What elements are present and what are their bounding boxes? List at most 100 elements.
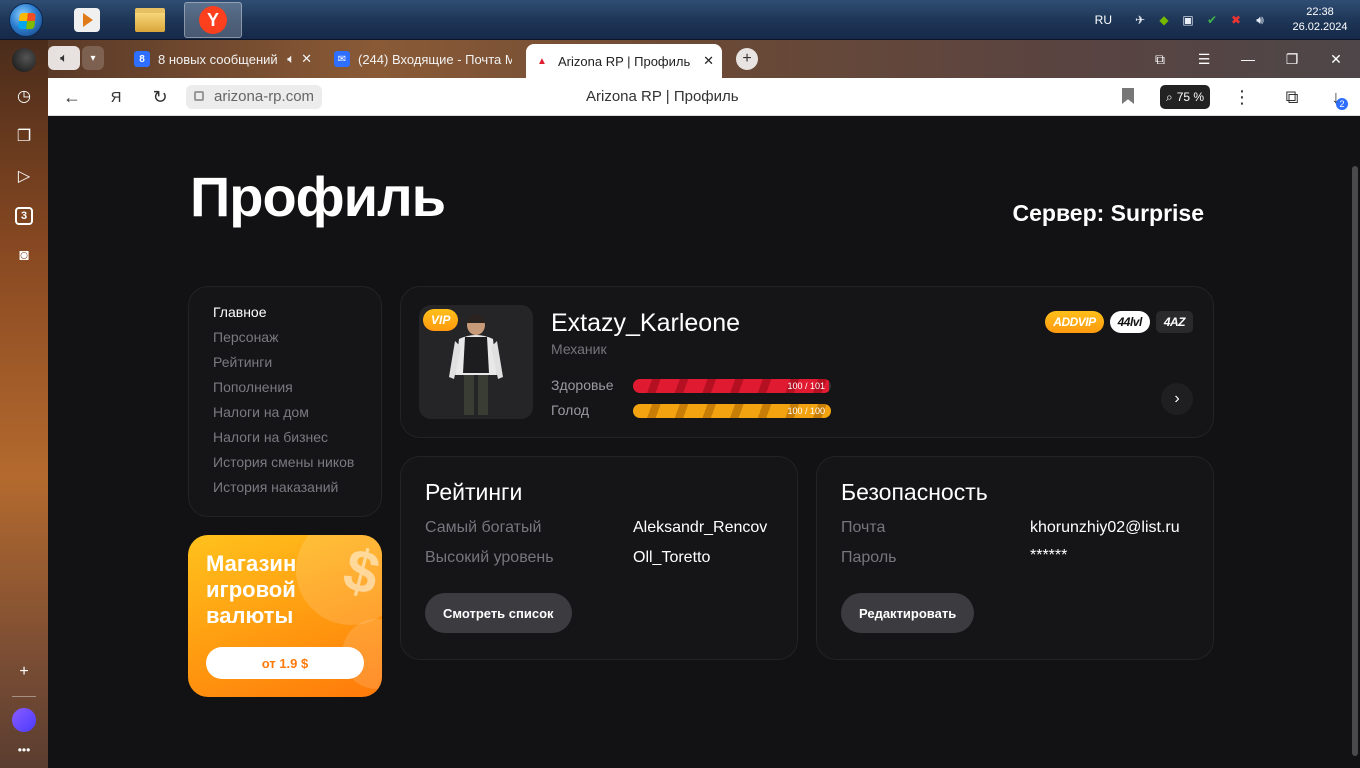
chevron-right-icon[interactable]: ›: [1161, 383, 1193, 415]
rating-value: Oll_Toretto: [633, 549, 711, 566]
rating-value: Aleksandr_Rencov: [633, 519, 768, 536]
close-tab-icon[interactable]: ✕: [301, 51, 312, 67]
character-avatar: VIP: [419, 305, 533, 419]
tab-arizona[interactable]: ▲ Arizona RP | Профиль ✕: [526, 44, 722, 78]
mute-tabs-icon[interactable]: 🔈︎: [48, 46, 80, 70]
close-tab-icon[interactable]: ✕: [703, 53, 714, 69]
zoom-icon: ⌕: [1166, 90, 1173, 104]
windows-logo-icon: [9, 3, 43, 37]
currency-shop-card[interactable]: $ Магазин игровой валюты от 1.9 $: [188, 535, 382, 697]
zoom-value: 75 %: [1176, 90, 1205, 104]
ratings-title: Рейтинги: [425, 479, 523, 505]
collections-icon[interactable]: ❐: [12, 124, 36, 148]
alice-assistant-icon[interactable]: [12, 708, 36, 732]
url-text: arizona-rp.com: [214, 88, 315, 105]
addvip-badge: ADDVIP: [1045, 311, 1104, 333]
tabs-menu-chevron-icon[interactable]: ▾: [82, 46, 104, 70]
restore-icon[interactable]: ❐: [1281, 48, 1303, 70]
menu-item-main[interactable]: Главное: [213, 303, 381, 328]
page-scrollbar[interactable]: [1352, 166, 1358, 756]
level-badge: 44lvl: [1109, 311, 1150, 333]
ratings-card: Рейтинги Самый богатый Aleksandr_Rencov …: [400, 456, 798, 660]
hunger-label: Голод: [551, 402, 590, 418]
menu-item-business-taxes[interactable]: Налоги на бизнес: [213, 428, 381, 453]
mail-favicon-icon: ✉: [334, 51, 350, 67]
menu-item-ratings[interactable]: Рейтинги: [213, 353, 381, 378]
network-icon[interactable]: ✖: [1229, 13, 1243, 27]
health-value: 100 / 101: [787, 381, 825, 391]
server-label: Сервер: Surprise: [1012, 200, 1205, 226]
clock-time: 22:38: [1306, 6, 1334, 18]
shop-title: Магазин игровой валюты: [206, 551, 297, 628]
menu-item-house-taxes[interactable]: Налоги на дом: [213, 403, 381, 428]
taskbar-media-player[interactable]: [62, 2, 112, 38]
sidebar-badge-number: 3: [15, 207, 33, 225]
health-label: Здоровье: [551, 377, 614, 393]
email-label: Почта: [841, 519, 886, 536]
profile-badges: ADDVIP 44lvl 4AZ: [1045, 311, 1193, 333]
reload-icon[interactable]: ↻: [148, 85, 172, 109]
media-player-icon: [74, 8, 100, 32]
page-heading: Профиль: [190, 165, 446, 228]
usb-icon[interactable]: ▣: [1181, 13, 1195, 27]
profile-avatar[interactable]: [12, 48, 36, 72]
view-list-button[interactable]: Смотреть список: [425, 593, 572, 633]
back-icon[interactable]: ←: [60, 85, 84, 109]
security-icon[interactable]: ✔: [1205, 13, 1219, 27]
rating-label: Самый богатый: [425, 519, 542, 536]
collections-icon[interactable]: ⧉: [1280, 85, 1304, 109]
new-tab-button[interactable]: +: [736, 48, 758, 70]
vk-favicon-icon: 8: [134, 51, 150, 67]
player-nickname: Extazy_Karleone: [551, 309, 741, 337]
menu-item-punishment-history[interactable]: История наказаний: [213, 478, 381, 503]
browser-sidebar: ◷ ❐ ▷ 3 ◙ + •••: [0, 40, 48, 768]
nvidia-icon[interactable]: ◆: [1157, 13, 1171, 27]
volume-icon[interactable]: 🔊︎: [1253, 13, 1267, 27]
start-button[interactable]: [6, 1, 46, 39]
taskbar-yandex-browser[interactable]: Y: [184, 2, 242, 38]
close-window-icon[interactable]: ✕: [1325, 48, 1347, 70]
security-title: Безопасность: [841, 479, 988, 505]
menu-item-character[interactable]: Персонаж: [213, 328, 381, 353]
history-icon[interactable]: ◷: [12, 84, 36, 108]
add-icon[interactable]: +: [12, 660, 36, 684]
tab-vk[interactable]: 8 8 новых сообщений 🔈︎ ✕: [126, 45, 320, 73]
password-value: ******: [1030, 547, 1068, 564]
profile-card: VIP Extazy_Karleone Механик Здоровье 100…: [400, 286, 1214, 438]
url-field[interactable]: arizona-rp.com: [186, 85, 323, 109]
profile-menu: Главное Персонаж Рейтинги Пополнения Нал…: [188, 286, 382, 517]
more-icon[interactable]: •••: [12, 738, 36, 762]
clock-date: 26.02.2024: [1292, 21, 1348, 33]
clock[interactable]: 22:38 26.02.2024: [1280, 5, 1360, 35]
zoom-indicator[interactable]: ⌕ 75 %: [1160, 85, 1211, 109]
bookmarks-panel-icon[interactable]: ⧉: [1149, 48, 1171, 70]
edit-button[interactable]: Редактировать: [841, 593, 975, 633]
tab-mail[interactable]: ✉ (244) Входящие - Почта Mail: [326, 45, 520, 73]
tab-label: (244) Входящие - Почта Mail: [358, 51, 512, 67]
language-indicator[interactable]: RU: [1095, 13, 1112, 27]
satellite-icon[interactable]: ✈: [1133, 13, 1147, 27]
folder-icon: [135, 8, 165, 32]
vip-badge: VIP: [423, 309, 459, 331]
tab-audio-icon[interactable]: 🔈︎: [287, 51, 295, 67]
menu-item-topups[interactable]: Пополнения: [213, 378, 381, 403]
system-tray: RU ✈ ◆ ▣ ✔ ✖ 🔊︎ 22:38 26.02.2024: [1095, 0, 1360, 40]
menu-icon[interactable]: ☰: [1193, 48, 1215, 70]
page-title-text: Arizona RP | Профиль: [586, 88, 739, 105]
video-icon[interactable]: ▷: [12, 164, 36, 188]
email-value: khorunzhiy02@list.ru: [1030, 519, 1180, 536]
minimize-icon[interactable]: —: [1237, 48, 1259, 70]
shop-price-button[interactable]: от 1.9 $: [206, 647, 364, 679]
yandex-browser-icon: Y: [199, 6, 227, 34]
password-label: Пароль: [841, 549, 897, 566]
screenshot-icon[interactable]: ◙: [12, 244, 36, 268]
bookmark-icon[interactable]: [1122, 88, 1134, 104]
menu-item-nick-history[interactable]: История смены ников: [213, 453, 381, 478]
player-job: Механик: [551, 341, 607, 357]
sidebar-divider: [12, 696, 36, 697]
tab-label: 8 новых сообщений: [158, 51, 278, 67]
yandex-home-icon[interactable]: Я: [104, 85, 128, 109]
more-options-icon[interactable]: ⋮: [1230, 85, 1254, 109]
taskbar-file-explorer[interactable]: [124, 2, 176, 38]
badge-3-icon[interactable]: 3: [12, 204, 36, 228]
